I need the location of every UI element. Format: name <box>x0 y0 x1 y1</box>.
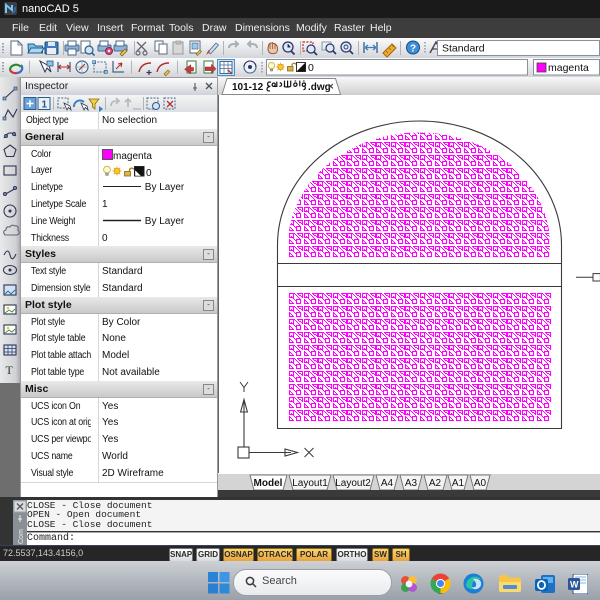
svg-text:T: T <box>6 363 14 377</box>
svg-text:Layout1: Layout1 <box>292 478 328 489</box>
svg-text:A1: A1 <box>452 478 465 489</box>
svg-text:.dwg: .dwg <box>308 82 331 93</box>
svg-text:Standard: Standard <box>442 43 485 55</box>
svg-text:A4: A4 <box>381 478 394 489</box>
svg-text:101-12: 101-12 <box>232 82 264 93</box>
svg-text:W: W <box>570 580 579 590</box>
svg-text:magenta: magenta <box>548 62 589 74</box>
svg-text:?: ? <box>410 44 416 55</box>
svg-text:1: 1 <box>42 100 48 111</box>
svg-text:Layout2: Layout2 <box>335 478 371 489</box>
svg-text:Model: Model <box>254 478 283 489</box>
svg-text:Com: Com <box>18 529 25 544</box>
svg-text:A2: A2 <box>429 478 442 489</box>
svg-text:0: 0 <box>308 62 314 74</box>
svg-text:A3: A3 <box>405 478 418 489</box>
svg-text:A0: A0 <box>474 478 487 489</box>
